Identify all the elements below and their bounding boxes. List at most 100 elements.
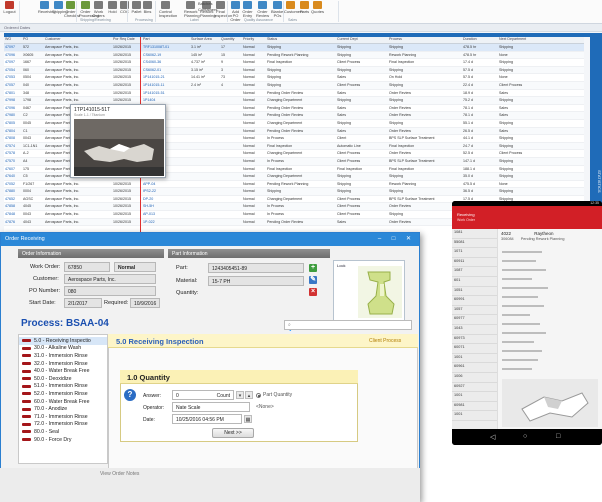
ribbon-button-receiving[interactable]: Receiving: [38, 1, 56, 14]
ribbon-side-item[interactable]: Batches: [198, 2, 212, 6]
table-row[interactable]: 47097 572 Aerospace Parts, Inc. 10/26/2015 T…: [4, 44, 584, 52]
tablet-list-item[interactable]: 1043: [452, 325, 497, 335]
ribbon-button-work-order[interactable]: Work Orders: [92, 1, 105, 18]
tablet-list-item[interactable]: 60973: [452, 335, 497, 345]
column-header[interactable]: Next Department: [498, 37, 538, 43]
table-row[interactable]: 47053 0504 Aerospace Parts, Inc. 10/26/2015…: [4, 74, 584, 82]
part-quantity-radio[interactable]: [256, 393, 261, 398]
process-step[interactable]: 32.0 - Immersion Rinse: [19, 360, 107, 368]
column-header[interactable]: Surface Area: [190, 37, 220, 43]
po-number-field[interactable]: 080: [64, 286, 156, 296]
column-header[interactable]: Quantity: [220, 37, 242, 43]
column-header[interactable]: Priority: [242, 37, 266, 43]
part-thumbnail[interactable]: [358, 266, 402, 318]
process-step[interactable]: 40.0 - Water Break Free: [19, 367, 107, 375]
process-step[interactable]: 30.0 - Alkaline Wash: [19, 345, 107, 353]
tablet-list-item[interactable]: 1001: [452, 392, 497, 402]
back-icon[interactable]: ◁: [490, 433, 495, 441]
process-step[interactable]: 60.0 - Water Break Free: [19, 398, 107, 406]
column-header[interactable]: Part: [142, 37, 190, 43]
column-header[interactable]: Status: [266, 37, 336, 43]
table-row[interactable]: 47096 X0605 Aerospace Parts, Inc. 10/26/201…: [4, 51, 584, 60]
ribbon-button-bins[interactable]: Bins: [141, 1, 154, 14]
tablet-list-item[interactable]: 55081: [452, 239, 497, 249]
process-step[interactable]: 90.0 - Force Dry: [19, 436, 107, 444]
tablet-list-item[interactable]: 60911: [452, 258, 497, 268]
work-order-field[interactable]: 67850: [64, 262, 110, 272]
part-image-list[interactable]: Lock: [333, 260, 405, 322]
remove-icon[interactable]: ×: [309, 288, 317, 296]
column-header[interactable]: Customer: [44, 37, 112, 43]
part-field[interactable]: 1243405451-89: [208, 263, 304, 273]
process-step[interactable]: 51.0 - Immersion Rinse: [19, 383, 107, 391]
tablet-list-item[interactable]: 60981: [452, 402, 497, 412]
add-icon[interactable]: +: [309, 264, 317, 272]
process-step[interactable]: 31.0 - Immersion Rinse: [19, 352, 107, 360]
tablet-list-item[interactable]: 1006: [452, 373, 497, 383]
tablet-list-item[interactable]: 1071: [452, 248, 497, 258]
column-header[interactable]: WO: [4, 37, 22, 43]
operator-select[interactable]: Nate Scale: [172, 402, 250, 412]
help-icon[interactable]: ?: [124, 389, 136, 401]
column-header[interactable]: Current Dept: [336, 37, 388, 43]
table-row[interactable]: 47880 0004 Aerospace Parts, Inc. 10/26/2015…: [4, 188, 584, 196]
tablet-list-item[interactable]: 60071: [452, 344, 497, 354]
ribbon-button-processing[interactable]: Order Processing: [79, 1, 99, 18]
decrement-button[interactable]: ▾: [236, 391, 244, 399]
column-header[interactable]: Por Req Date: [112, 37, 142, 43]
tablet-list-item[interactable]: 1051: [452, 287, 497, 297]
ribbon-button-order-review[interactable]: Order Review: [256, 1, 269, 18]
process-step[interactable]: 80.0 - Seal: [19, 428, 107, 436]
tablet-list-item[interactable]: 1087: [452, 267, 497, 277]
tablet-list-item[interactable]: 1001: [452, 411, 497, 421]
table-row[interactable]: 47052 F1/267 Aerospace Parts, Inc. 10/26/20…: [4, 181, 584, 189]
tablet-list-item[interactable]: 60977: [452, 315, 497, 325]
column-header[interactable]: PO: [22, 37, 44, 43]
ribbon-button-customers[interactable]: Customers: [284, 1, 303, 14]
tablet-part-photo[interactable]: [502, 379, 598, 427]
process-step[interactable]: 52.0 - Immersion Rinse: [19, 390, 107, 398]
column-header[interactable]: Duration: [462, 37, 498, 43]
ribbon-button-order-entry[interactable]: Order Entry: [241, 1, 254, 18]
process-search-input[interactable]: ⌕: [284, 320, 412, 330]
answer-field[interactable]: 0 Count: [172, 390, 234, 400]
tablet-list-item[interactable]: 60927: [452, 383, 497, 393]
process-step[interactable]: 5.0 - Receiving Inspectio: [19, 337, 107, 345]
date-field[interactable]: 10/25/2016 04:56 PM: [172, 414, 242, 424]
priority-field[interactable]: Normal: [114, 262, 156, 272]
tablet-list-item[interactable]: 601: [452, 277, 497, 287]
home-icon[interactable]: ○: [523, 433, 527, 440]
tablet-list-item[interactable]: 60991: [452, 296, 497, 306]
recents-icon[interactable]: □: [556, 433, 560, 440]
process-step[interactable]: 71.0 - Immersion Rinse: [19, 413, 107, 421]
customer-field[interactable]: Aerospace Parts, Inc.: [64, 274, 156, 284]
ribbon-button-inspection[interactable]: Control Inspection: [159, 1, 177, 18]
process-step[interactable]: 50.0 - Deoxidize: [19, 375, 107, 383]
start-date-field[interactable]: 2/1/2017: [64, 298, 102, 308]
edit-icon[interactable]: ✎: [309, 276, 317, 284]
ribbon-button-quotes[interactable]: Quotes: [311, 1, 324, 14]
ribbon-side-item[interactable]: Containers: [198, 8, 217, 12]
tablet-list-item[interactable]: 1057: [452, 306, 497, 316]
next-button[interactable]: Next >>: [212, 428, 254, 438]
process-step[interactable]: 72.0 - Immersion Rinse: [19, 421, 107, 429]
table-row[interactable]: 47097 1667 Aerospace Parts, Inc. 10/26/2015…: [4, 59, 584, 67]
increment-button[interactable]: ▴: [245, 391, 253, 399]
ribbon-button-rework[interactable]: Rework Planning: [184, 1, 200, 18]
tablet-list-item[interactable]: 1001: [452, 354, 497, 364]
material-field[interactable]: 15-7 PH: [208, 276, 304, 286]
ribbon-button-logout[interactable]: Logout: [3, 1, 16, 14]
tablet-list-item[interactable]: 1081: [452, 229, 497, 239]
tablet-list-item[interactable]: 60961: [452, 363, 497, 373]
table-row[interactable]: 47054 060 Aerospace Parts, Inc. 10/26/2015 C…: [4, 66, 584, 75]
table-row[interactable]: 47057 040 Aerospace Parts, Inc. 10/26/2015 1…: [4, 81, 584, 90]
view-order-notes-link[interactable]: View Order Notes: [100, 471, 139, 477]
close-button[interactable]: ✕: [404, 235, 413, 243]
process-step[interactable]: 70.0 - Anodize: [19, 405, 107, 413]
maximize-button[interactable]: □: [389, 235, 398, 243]
table-row[interactable]: 47801 348 Aerospace Parts, Inc. 10/26/2015 1…: [4, 90, 584, 98]
column-header[interactable]: Process: [388, 37, 462, 43]
ribbon-button-parts[interactable]: Parts: [298, 1, 311, 14]
calendar-icon[interactable]: ▦: [244, 415, 252, 423]
required-date-field[interactable]: 10/9/2016: [130, 298, 160, 308]
